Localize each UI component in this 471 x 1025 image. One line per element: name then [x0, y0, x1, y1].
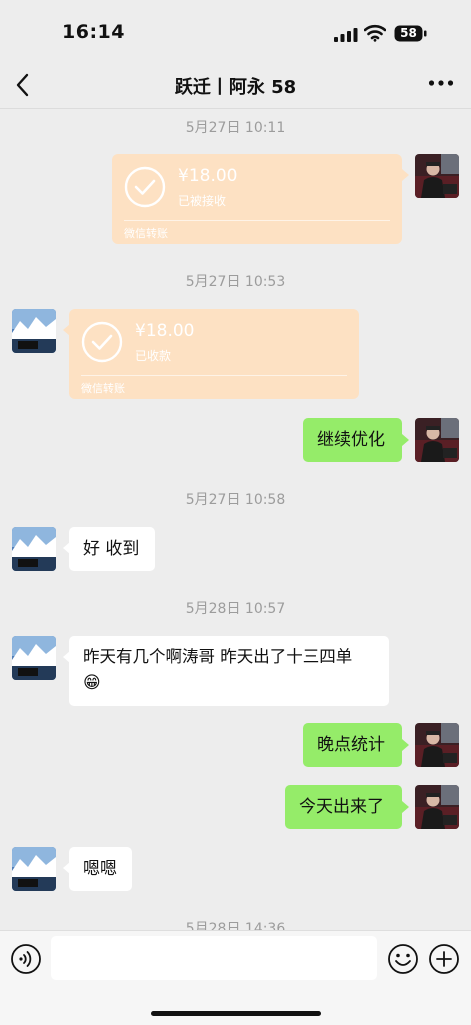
- avatar-contact[interactable]: [12, 636, 56, 680]
- timestamp: 5月28日 10:57: [185, 601, 286, 617]
- timestamp: 5月27日 10:53: [185, 274, 286, 290]
- avatar-self[interactable]: [415, 154, 459, 198]
- message-text: 昨天有几个啊涛哥 昨天出了十三四单: [83, 647, 353, 666]
- avatar-self[interactable]: [415, 723, 459, 767]
- timestamp: 5月27日 10:11: [185, 120, 286, 136]
- bubble-tail: [402, 434, 409, 446]
- transfer-amount: ¥18.00: [178, 166, 238, 186]
- avatar-contact[interactable]: [12, 309, 56, 353]
- plus-icon[interactable]: [428, 943, 460, 975]
- message-bubble-sent[interactable]: 晚点统计: [303, 723, 402, 767]
- avatar-self[interactable]: [415, 785, 459, 829]
- avatar-contact[interactable]: [12, 527, 56, 571]
- transfer-brand: 微信转账: [81, 382, 125, 395]
- transfer-brand: 微信转账: [124, 227, 168, 240]
- message-bubble-sent[interactable]: 今天出来了: [285, 785, 402, 829]
- transfer-amount: ¥18.00: [135, 321, 195, 341]
- message-bubble-received[interactable]: 昨天有几个啊涛哥 昨天出了十三四单 😁: [69, 636, 389, 706]
- transfer-card-sent[interactable]: ¥18.00 已被接收 微信转账: [112, 154, 402, 244]
- bubble-tail: [402, 801, 409, 813]
- transfer-status: 已被接收: [178, 194, 227, 208]
- grin-emoji: 😁: [83, 673, 101, 693]
- divider: [81, 375, 347, 376]
- wifi-icon: [364, 24, 386, 42]
- chat-header: 跃迁丨阿永 58: [0, 62, 471, 109]
- status-bar: 16:14 58: [0, 0, 471, 62]
- message-list[interactable]: 5月27日 10:11 ¥18.00 已被接收 微信转账 5月27日 10:53: [0, 108, 471, 930]
- timestamp: 5月28日 14:36: [185, 921, 286, 930]
- emoji-icon[interactable]: [387, 943, 419, 975]
- check-circle-icon: [124, 166, 166, 208]
- avatar-contact[interactable]: [12, 847, 56, 891]
- battery-icon: 58: [394, 25, 427, 42]
- message-bubble-sent[interactable]: 继续优化: [303, 418, 402, 462]
- check-circle-icon: [81, 321, 123, 363]
- timestamp: 5月27日 10:58: [185, 492, 286, 508]
- input-bar: [0, 930, 471, 1025]
- more-options-icon[interactable]: [428, 79, 454, 87]
- bubble-tail: [402, 169, 409, 181]
- home-indicator: [151, 1011, 321, 1016]
- bubble-tail: [402, 739, 409, 751]
- transfer-status: 已收款: [135, 349, 172, 363]
- battery-level: 58: [400, 26, 417, 40]
- transfer-card-received[interactable]: ¥18.00 已收款 微信转账: [69, 309, 359, 399]
- cellular-signal-icon: [334, 28, 358, 42]
- message-bubble-received[interactable]: 嗯嗯: [69, 847, 132, 891]
- message-bubble-received[interactable]: 好 收到: [69, 527, 155, 571]
- avatar-self[interactable]: [415, 418, 459, 462]
- chat-title: 跃迁丨阿永 58: [174, 77, 297, 98]
- divider: [124, 220, 390, 221]
- status-time: 16:14: [62, 21, 125, 43]
- message-input[interactable]: [51, 936, 377, 980]
- voice-input-icon[interactable]: [10, 943, 42, 975]
